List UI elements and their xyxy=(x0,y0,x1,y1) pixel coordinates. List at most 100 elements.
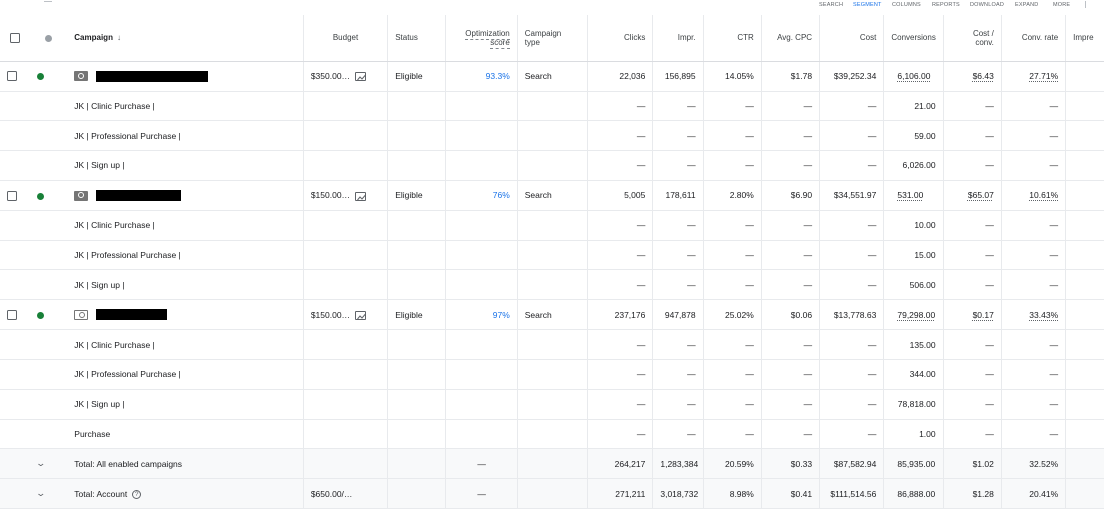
redacted-campaign-name[interactable] xyxy=(96,309,168,321)
select-all-checkbox[interactable] xyxy=(10,32,21,43)
conversions-cell[interactable]: 79,298.00 xyxy=(883,299,944,331)
header-conv-rate[interactable]: Conv. rate xyxy=(1000,15,1066,62)
chart-icon[interactable] xyxy=(355,310,367,320)
row-checkbox-cell[interactable] xyxy=(0,299,31,331)
cost-per-conv-cell[interactable]: $65.07 xyxy=(942,179,1002,211)
cost-per-conv-dash-cell: — xyxy=(942,269,1002,301)
redacted-campaign-name[interactable] xyxy=(96,70,209,82)
empty-cell xyxy=(0,269,31,301)
header-campaign-type[interactable]: Campaign type xyxy=(516,15,588,62)
table-toolbar: SEARCH SEGMENT COLUMNS REPORTS DOWNLOAD … xyxy=(0,0,1104,14)
campaign-name-cell[interactable] xyxy=(67,179,304,211)
optimization-score-cell[interactable]: 97% xyxy=(445,299,518,331)
chevron-down-icon[interactable]: ⌄ xyxy=(36,488,47,499)
campaign-row[interactable]: $150.00… Eligible 97% Search 237,176 947,878 2… xyxy=(0,299,1104,331)
conversions-value[interactable]: 531.00 xyxy=(897,190,923,200)
toolbar-segment[interactable]: SEGMENT xyxy=(853,2,882,8)
empty-cell xyxy=(30,150,68,181)
impr-dash-cell: — xyxy=(652,329,704,361)
budget-value[interactable]: $150.00… xyxy=(311,310,350,320)
empty-cell xyxy=(30,210,68,241)
budget-cell: $650.00/… xyxy=(302,478,388,509)
toolbar-expand[interactable]: EXPAND xyxy=(1015,2,1038,8)
total-label-cell: Total: All enabled campaigns xyxy=(67,448,304,480)
impr-cell: 156,895 xyxy=(652,60,704,92)
empty-cell xyxy=(30,389,68,420)
header-impr[interactable]: Impr. xyxy=(652,15,704,62)
budget-value[interactable]: $150.00… xyxy=(311,190,350,200)
chevron-down-icon[interactable]: ⌄ xyxy=(36,458,47,469)
cost-per-conv-cell[interactable]: $0.17 xyxy=(942,299,1002,331)
sort-down-icon[interactable]: ↓ xyxy=(117,33,121,42)
conv-rate-cell[interactable]: 33.43% xyxy=(1000,299,1066,331)
expand-cell[interactable]: ⌄ xyxy=(30,448,68,480)
row-checkbox[interactable] xyxy=(7,71,17,82)
header-ctr[interactable]: CTR xyxy=(702,15,762,62)
budget-cell[interactable]: $350.00… xyxy=(302,60,388,92)
toolbar-reports[interactable]: REPORTS xyxy=(932,2,960,8)
budget-cell[interactable]: $150.00… xyxy=(302,179,388,211)
optimization-score-cell[interactable]: 93.3% xyxy=(445,60,518,92)
cost-per-conv-cell[interactable]: $6.43 xyxy=(942,60,1002,92)
campaign-name-cell[interactable] xyxy=(67,60,304,92)
toolbar-download[interactable]: DOWNLOAD xyxy=(970,2,1004,8)
budget-cell[interactable]: $150.00… xyxy=(302,299,388,331)
empty-cell xyxy=(1065,120,1104,152)
chart-icon[interactable] xyxy=(355,191,367,201)
conv-rate-value[interactable]: 10.61% xyxy=(1029,190,1058,200)
conv-rate-value[interactable]: 27.71% xyxy=(1029,71,1058,81)
clicks-cell: 271,211 xyxy=(587,478,653,509)
cost-per-conv-value[interactable]: $0.17 xyxy=(973,310,994,320)
campaign-name-cell[interactable] xyxy=(67,299,304,331)
conversion-action-name: JK | Professional Purchase | xyxy=(67,120,304,152)
header-campaign[interactable]: Campaign ↓ xyxy=(67,15,304,62)
header-cost-per-conv[interactable]: Cost / conv. xyxy=(942,15,1002,62)
header-clicks[interactable]: Clicks xyxy=(587,15,653,62)
header-optimization-score[interactable]: Optimization score xyxy=(445,15,518,62)
cost-per-conv-value[interactable]: $65.07 xyxy=(968,190,994,200)
row-checkbox-cell[interactable] xyxy=(0,179,31,211)
conversions-value[interactable]: 79,298.00 xyxy=(897,310,935,320)
empty-cell xyxy=(30,240,68,271)
conversions-cell: 10.00 xyxy=(883,210,944,241)
optimization-score-cell: — xyxy=(445,448,518,480)
header-status[interactable]: Status xyxy=(387,15,446,62)
conversion-action-name: JK | Clinic Purchase | xyxy=(67,210,304,241)
expand-cell[interactable]: ⌄ xyxy=(30,478,68,509)
cost-per-conv-value[interactable]: $6.43 xyxy=(973,71,994,81)
redacted-campaign-name[interactable] xyxy=(96,190,182,202)
conversions-cell[interactable]: 531.00 xyxy=(883,179,944,211)
toolbar-more[interactable]: MORE xyxy=(1053,2,1070,8)
header-row: Campaign ↓ Budget Status Optimization scor… xyxy=(0,15,1104,62)
campaign-row[interactable]: $150.00… Eligible 76% Search 5,005 178,611 2.8… xyxy=(0,179,1104,211)
header-budget[interactable]: Budget xyxy=(302,15,388,62)
optimization-score-cell[interactable]: 76% xyxy=(445,179,518,211)
select-all-cell[interactable] xyxy=(0,15,31,62)
toolbar-search[interactable]: SEARCH xyxy=(819,2,843,8)
cpc-dash-cell: — xyxy=(760,389,820,420)
empty-cell xyxy=(387,448,446,480)
conv-rate-dash-cell: — xyxy=(1000,329,1066,361)
empty-cell xyxy=(445,269,518,301)
empty-cell xyxy=(1065,150,1104,181)
header-conversions[interactable]: Conversions xyxy=(883,15,944,62)
campaign-row[interactable]: $350.00… Eligible 93.3% Search 22,036 156,895… xyxy=(0,60,1104,92)
conv-rate-cell[interactable]: 27.71% xyxy=(1000,60,1066,92)
conv-rate-value[interactable]: 33.43% xyxy=(1029,310,1058,320)
empty-cell xyxy=(302,120,388,152)
row-checkbox[interactable] xyxy=(7,190,17,201)
header-cost[interactable]: Cost xyxy=(819,15,884,62)
conv-rate-cell[interactable]: 10.61% xyxy=(1000,179,1066,211)
clicks-cell: 264,217 xyxy=(587,448,653,480)
row-checkbox[interactable] xyxy=(7,310,17,321)
header-impr-share[interactable]: Impre xyxy=(1065,15,1104,62)
conversions-value[interactable]: 6,106.00 xyxy=(897,71,930,81)
ctr-dash-cell: — xyxy=(702,359,762,390)
conversions-cell[interactable]: 6,106.00 xyxy=(883,60,944,92)
header-avg-cpc[interactable]: Avg. CPC xyxy=(760,15,820,62)
chart-icon[interactable] xyxy=(355,72,367,82)
help-icon[interactable]: ? xyxy=(132,490,142,500)
row-checkbox-cell[interactable] xyxy=(0,60,31,92)
budget-value[interactable]: $350.00… xyxy=(311,71,350,81)
toolbar-columns[interactable]: COLUMNS xyxy=(892,2,921,8)
